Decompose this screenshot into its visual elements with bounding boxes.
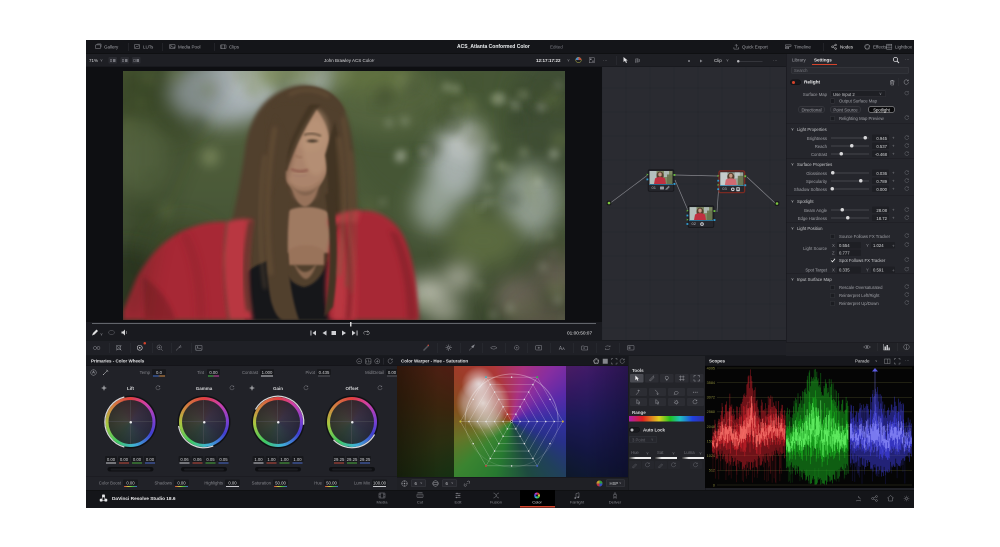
svg-text:03: 03	[722, 186, 727, 191]
svg-text:0: 0	[713, 483, 715, 487]
svg-text:3584: 3584	[707, 381, 715, 385]
svg-text:1024: 1024	[707, 454, 715, 458]
svg-text:512: 512	[709, 469, 715, 473]
svg-text:02: 02	[692, 221, 697, 226]
svg-text:2560: 2560	[707, 410, 715, 414]
svg-text:01: 01	[652, 185, 657, 190]
svg-text:2048: 2048	[707, 425, 715, 429]
svg-text:4095: 4095	[707, 366, 715, 370]
svg-text:3072: 3072	[707, 396, 715, 400]
